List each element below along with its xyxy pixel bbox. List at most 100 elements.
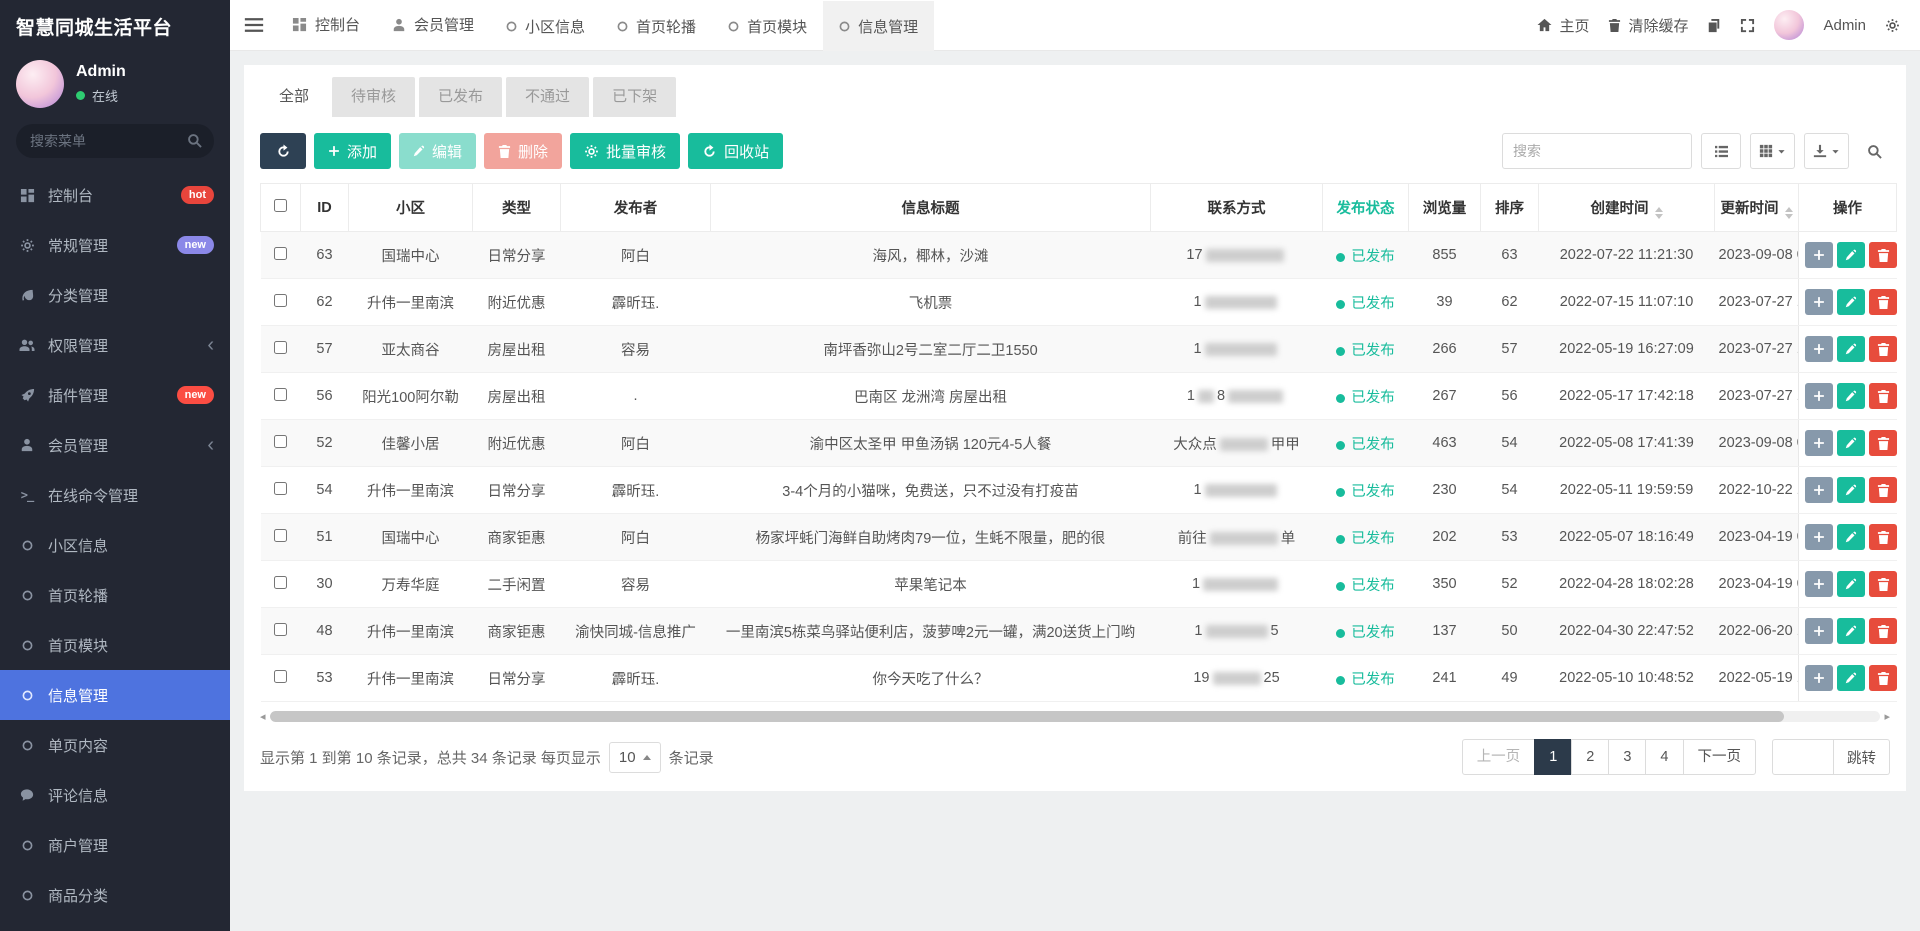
edit-row-button[interactable] <box>1837 242 1865 268</box>
page-button-3[interactable]: 3 <box>1608 739 1646 775</box>
topbar-tab-info[interactable]: 信息管理 <box>823 1 934 52</box>
edit-row-button[interactable] <box>1837 665 1865 691</box>
edit-button[interactable]: 编辑 <box>399 133 476 169</box>
batch-audit-button[interactable]: 批量审核 <box>570 133 680 169</box>
menu-toggle-icon[interactable] <box>230 17 276 33</box>
more-button[interactable] <box>1805 336 1833 362</box>
row-checkbox[interactable] <box>274 482 287 495</box>
topbar-tab-console[interactable]: 控制台 <box>276 0 376 50</box>
topbar-tab-banner[interactable]: 首页轮播 <box>601 1 712 52</box>
sidebar-item-console[interactable]: 控制台hot <box>0 170 230 220</box>
delete-row-button[interactable] <box>1869 618 1897 644</box>
edit-row-button[interactable] <box>1837 383 1865 409</box>
sidebar-item-comment[interactable]: 评论信息 <box>0 770 230 820</box>
language-icon[interactable] <box>1707 18 1721 33</box>
edit-row-button[interactable] <box>1837 571 1865 597</box>
topbar-tab-member[interactable]: 会员管理 <box>376 0 490 50</box>
delete-row-button[interactable] <box>1869 477 1897 503</box>
more-button[interactable] <box>1805 665 1833 691</box>
filter-tab-1[interactable]: 待审核 <box>332 77 415 117</box>
filter-tab-2[interactable]: 已发布 <box>419 77 502 117</box>
sidebar-item-auth[interactable]: 权限管理‹ <box>0 320 230 370</box>
sidebar-item-page[interactable]: 单页内容 <box>0 720 230 770</box>
page-button-1[interactable]: 1 <box>1534 739 1572 775</box>
more-button[interactable] <box>1805 571 1833 597</box>
sidebar-item-command[interactable]: >_在线命令管理 <box>0 470 230 520</box>
delete-row-button[interactable] <box>1869 524 1897 550</box>
menu-search-input[interactable] <box>16 124 214 158</box>
edit-row-button[interactable] <box>1837 430 1865 456</box>
scrollbar-thumb[interactable] <box>270 711 1784 722</box>
row-checkbox[interactable] <box>274 247 287 260</box>
row-checkbox[interactable] <box>274 529 287 542</box>
edit-row-button[interactable] <box>1837 336 1865 362</box>
add-button[interactable]: 添加 <box>314 133 391 169</box>
edit-row-button[interactable] <box>1837 524 1865 550</box>
more-button[interactable] <box>1805 242 1833 268</box>
delete-row-button[interactable] <box>1869 336 1897 362</box>
columns-toggle-button[interactable] <box>1750 133 1795 169</box>
row-checkbox[interactable] <box>274 623 287 636</box>
more-button[interactable] <box>1805 618 1833 644</box>
sidebar-item-info[interactable]: 信息管理 <box>0 670 230 720</box>
edit-row-button[interactable] <box>1837 618 1865 644</box>
edit-row-button[interactable] <box>1837 289 1865 315</box>
row-checkbox[interactable] <box>274 341 287 354</box>
page-jump-input[interactable] <box>1772 739 1834 775</box>
user-panel[interactable]: Admin 在线 <box>0 52 230 116</box>
topbar-username[interactable]: Admin <box>1823 17 1866 34</box>
sidebar-item-addon[interactable]: 插件管理new <box>0 370 230 420</box>
row-checkbox[interactable] <box>274 435 287 448</box>
row-checkbox[interactable] <box>274 670 287 683</box>
page-size-select[interactable]: 10 <box>609 742 661 773</box>
sidebar-item-category[interactable]: 分类管理 <box>0 270 230 320</box>
refresh-button[interactable] <box>260 133 306 169</box>
row-checkbox[interactable] <box>274 388 287 401</box>
select-all-checkbox[interactable] <box>274 199 287 212</box>
page-button-2[interactable]: 2 <box>1571 739 1609 775</box>
delete-row-button[interactable] <box>1869 571 1897 597</box>
prev-page-button[interactable]: 上一页 <box>1462 739 1536 775</box>
settings-gear-icon[interactable] <box>1885 18 1900 33</box>
column-header-created[interactable]: 创建时间 <box>1539 184 1715 232</box>
sidebar-item-banner[interactable]: 首页轮播 <box>0 570 230 620</box>
row-checkbox[interactable] <box>274 576 287 589</box>
sidebar-item-member[interactable]: 会员管理‹ <box>0 420 230 470</box>
more-button[interactable] <box>1805 477 1833 503</box>
sidebar-item-merchant[interactable]: 商户管理 <box>0 820 230 870</box>
filter-tab-3[interactable]: 不通过 <box>506 77 589 117</box>
fullscreen-icon[interactable] <box>1740 18 1755 33</box>
topbar-tab-module[interactable]: 首页模块 <box>712 1 823 52</box>
clear-cache-link[interactable]: 清除缓存 <box>1608 15 1688 36</box>
page-jump-button[interactable]: 跳转 <box>1834 739 1890 775</box>
detail-view-button[interactable] <box>1701 133 1741 169</box>
topbar-avatar[interactable] <box>1774 10 1804 40</box>
table-search-input[interactable] <box>1502 133 1692 169</box>
export-button[interactable] <box>1804 133 1849 169</box>
filter-tab-4[interactable]: 已下架 <box>593 77 676 117</box>
delete-row-button[interactable] <box>1869 242 1897 268</box>
home-link[interactable]: 主页 <box>1537 15 1589 36</box>
delete-row-button[interactable] <box>1869 430 1897 456</box>
recycle-bin-button[interactable]: 回收站 <box>688 133 783 169</box>
sidebar-item-module[interactable]: 首页模块 <box>0 620 230 670</box>
more-button[interactable] <box>1805 524 1833 550</box>
delete-button[interactable]: 删除 <box>484 133 562 169</box>
sidebar-item-general[interactable]: 常规管理new <box>0 220 230 270</box>
column-header-updated[interactable]: 更新时间 <box>1715 184 1799 232</box>
topbar-tab-community[interactable]: 小区信息 <box>490 1 601 52</box>
delete-row-button[interactable] <box>1869 289 1897 315</box>
more-button[interactable] <box>1805 383 1833 409</box>
delete-row-button[interactable] <box>1869 665 1897 691</box>
more-button[interactable] <box>1805 289 1833 315</box>
filter-tab-0[interactable]: 全部 <box>260 77 328 117</box>
page-button-4[interactable]: 4 <box>1645 739 1683 775</box>
row-checkbox[interactable] <box>274 294 287 307</box>
sidebar-item-community[interactable]: 小区信息 <box>0 520 230 570</box>
horizontal-scrollbar[interactable]: ◂ ▸ <box>260 710 1890 723</box>
more-button[interactable] <box>1805 430 1833 456</box>
edit-row-button[interactable] <box>1837 477 1865 503</box>
next-page-button[interactable]: 下一页 <box>1683 739 1757 775</box>
sidebar-item-goods[interactable]: 商品分类 <box>0 870 230 920</box>
delete-row-button[interactable] <box>1869 383 1897 409</box>
